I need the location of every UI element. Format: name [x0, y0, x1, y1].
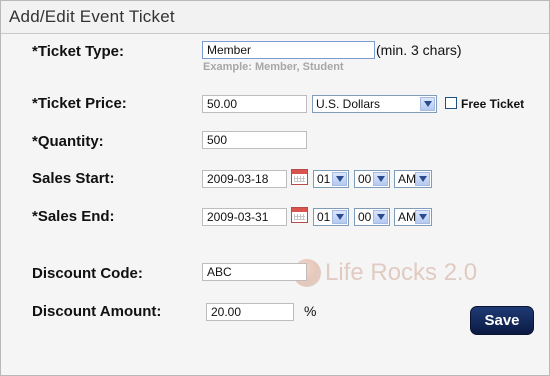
sales-end-hour-value: 01 [317, 210, 331, 224]
sales-start-ampm-select[interactable]: AM [394, 170, 432, 188]
quantity-input[interactable] [202, 131, 307, 149]
watermark: Life Rocks 2.0 [293, 259, 477, 287]
ticket-type-note: (min. 3 chars) [376, 42, 462, 58]
currency-select[interactable]: U.S. Dollars [312, 95, 437, 113]
chevron-down-icon[interactable] [420, 97, 435, 111]
free-ticket-checkbox[interactable] [445, 97, 457, 109]
sales-start-ampm-value: AM [398, 172, 416, 186]
ticket-price-input[interactable] [202, 95, 307, 113]
sales-end-hour-select[interactable]: 01 [313, 208, 349, 226]
currency-value: U.S. Dollars [316, 97, 381, 111]
chevron-down-icon[interactable] [415, 172, 430, 186]
sales-start-date-input[interactable] [202, 170, 287, 188]
chevron-down-icon[interactable] [373, 172, 388, 186]
discount-amount-input[interactable] [206, 303, 294, 321]
free-ticket-label: Free Ticket [461, 97, 525, 111]
sales-end-ampm-value: AM [398, 210, 416, 224]
discount-amount-label: Discount Amount: [32, 303, 162, 320]
sales-end-label: *Sales End: [32, 208, 115, 225]
calendar-icon[interactable] [291, 169, 308, 185]
ticket-price-label: *Ticket Price: [32, 95, 127, 112]
sales-end-minute-value: 00 [358, 210, 372, 224]
sales-end-minute-select[interactable]: 00 [354, 208, 390, 226]
save-button[interactable]: Save [470, 306, 534, 335]
chevron-down-icon[interactable] [332, 210, 347, 224]
dialog-title: Add/Edit Event Ticket [1, 1, 549, 34]
sales-start-minute-select[interactable]: 00 [354, 170, 390, 188]
quantity-label: *Quantity: [32, 133, 104, 150]
sales-start-minute-value: 00 [358, 172, 372, 186]
ticket-type-hint: Example: Member, Student [203, 61, 344, 73]
sales-start-hour-select[interactable]: 01 [313, 170, 349, 188]
discount-code-label: Discount Code: [32, 265, 143, 282]
dialog-content: Life Rocks 2.0 *Ticket Type: (min. 3 cha… [1, 34, 549, 375]
chevron-down-icon[interactable] [415, 210, 430, 224]
sales-start-label: Sales Start: [32, 170, 115, 187]
sales-end-date-input[interactable] [202, 208, 287, 226]
discount-code-input[interactable] [202, 263, 307, 281]
chevron-down-icon[interactable] [332, 172, 347, 186]
chevron-down-icon[interactable] [373, 210, 388, 224]
percent-unit: % [304, 303, 317, 319]
add-edit-ticket-dialog: Add/Edit Event Ticket Life Rocks 2.0 *Ti… [0, 0, 550, 376]
ticket-type-label: *Ticket Type: [32, 43, 124, 60]
sales-end-ampm-select[interactable]: AM [394, 208, 432, 226]
watermark-text: Life Rocks 2.0 [325, 259, 478, 286]
sales-start-hour-value: 01 [317, 172, 331, 186]
calendar-icon[interactable] [291, 207, 308, 223]
ticket-type-input[interactable] [202, 41, 375, 59]
